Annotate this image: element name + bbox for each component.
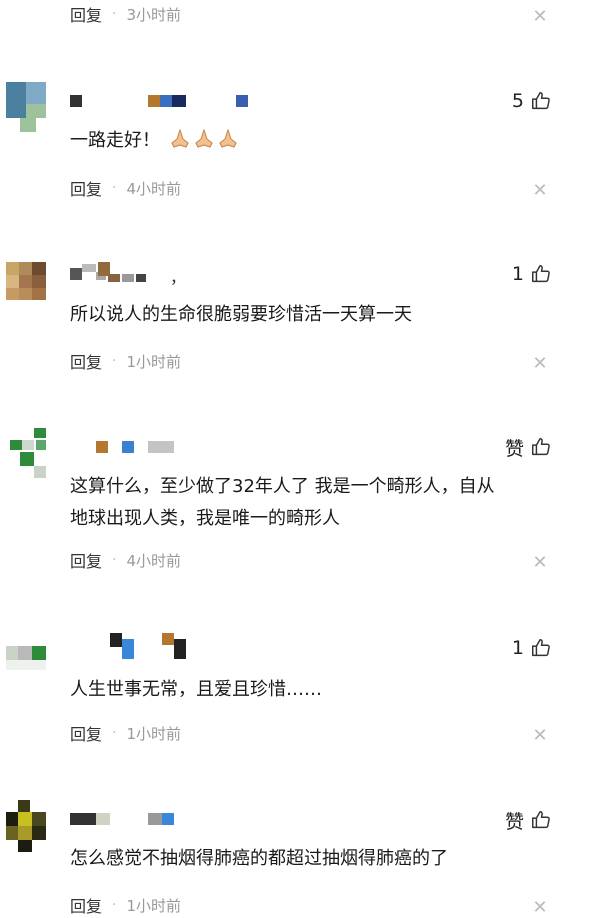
avatar[interactable]	[6, 634, 46, 690]
comment-text-body: 一路走好！	[70, 130, 160, 151]
comment-text: 所以说人的生命很脆弱要珍惜活一天算一天	[70, 304, 412, 325]
avatar[interactable]	[6, 800, 46, 856]
comment-text: 这算什么，至少做了32年人了 我是一个畸形人，自从 地球出现人类，我是唯一的畸形…	[70, 471, 550, 535]
separator-dot: ·	[112, 725, 117, 741]
like-button[interactable]: 赞	[505, 807, 552, 833]
thumbs-up-icon	[532, 811, 550, 829]
like-button[interactable]: 1	[512, 635, 552, 661]
timestamp: 1小时前	[126, 896, 182, 915]
comment-text: 人生世事无常，且爱且珍惜……	[70, 679, 322, 700]
username[interactable]	[70, 633, 270, 659]
reply-button[interactable]: 回复	[70, 2, 102, 26]
username[interactable]: ，	[70, 262, 270, 287]
timestamp: 4小时前	[126, 551, 182, 570]
comment-0-meta: 回复 · 3小时前	[70, 2, 181, 26]
username-suffix: ，	[170, 268, 187, 287]
close-icon[interactable]: ✕	[530, 552, 550, 573]
comment-text-line-1: 这算什么，至少做了32年人了 我是一个畸形人，自从	[70, 476, 495, 497]
close-icon[interactable]: ✕	[530, 725, 550, 746]
praying-hands-icon	[160, 128, 240, 151]
timestamp: 3小时前	[126, 5, 182, 24]
close-icon[interactable]: ✕	[530, 6, 550, 27]
like-count: 1	[511, 263, 524, 285]
like-count: 赞	[504, 810, 524, 833]
reply-button[interactable]: 回复	[70, 548, 102, 572]
comment-text: 一路走好！	[70, 125, 550, 157]
like-button[interactable]: 赞	[505, 434, 552, 460]
thumbs-up-icon	[532, 438, 550, 456]
comment-meta: 回复 · 1小时前	[70, 893, 181, 917]
reply-button[interactable]: 回复	[70, 721, 102, 745]
timestamp: 4小时前	[126, 179, 182, 198]
separator-dot: ·	[112, 552, 117, 568]
separator-dot: ·	[112, 180, 117, 196]
reply-button[interactable]: 回复	[70, 893, 102, 917]
reply-button[interactable]: 回复	[70, 176, 102, 200]
comment-meta: 回复 · 1小时前	[70, 721, 181, 745]
separator-dot: ·	[112, 6, 117, 22]
like-button[interactable]: 1	[512, 261, 552, 287]
close-icon[interactable]: ✕	[530, 897, 550, 918]
comment-text: 怎么感觉不抽烟得肺癌的都超过抽烟得肺癌的了	[70, 848, 448, 869]
comment-meta: 回复 · 4小时前	[70, 548, 181, 572]
like-count: 1	[511, 637, 524, 659]
comment-meta: 回复 · 1小时前	[70, 349, 181, 373]
thumbs-up-icon	[532, 639, 550, 657]
thumbs-up-icon	[532, 265, 550, 283]
comment-text-line-2: 地球出现人类，我是唯一的畸形人	[70, 508, 340, 529]
username[interactable]	[70, 813, 270, 827]
separator-dot: ·	[112, 897, 117, 913]
reply-button[interactable]: 回复	[70, 349, 102, 373]
timestamp: 1小时前	[126, 724, 182, 743]
avatar[interactable]	[6, 262, 46, 318]
avatar[interactable]	[6, 428, 46, 484]
username[interactable]	[70, 95, 270, 109]
close-icon[interactable]: ✕	[530, 353, 550, 374]
like-count: 5	[511, 90, 524, 112]
like-count: 赞	[504, 437, 524, 460]
separator-dot: ·	[112, 353, 117, 369]
avatar[interactable]	[6, 82, 46, 138]
timestamp: 1小时前	[126, 352, 182, 371]
thumbs-up-icon	[532, 92, 550, 110]
comment-meta: 回复 · 4小时前	[70, 176, 181, 200]
like-button[interactable]: 5	[512, 88, 552, 114]
username[interactable]	[70, 441, 270, 455]
close-icon[interactable]: ✕	[530, 180, 550, 201]
